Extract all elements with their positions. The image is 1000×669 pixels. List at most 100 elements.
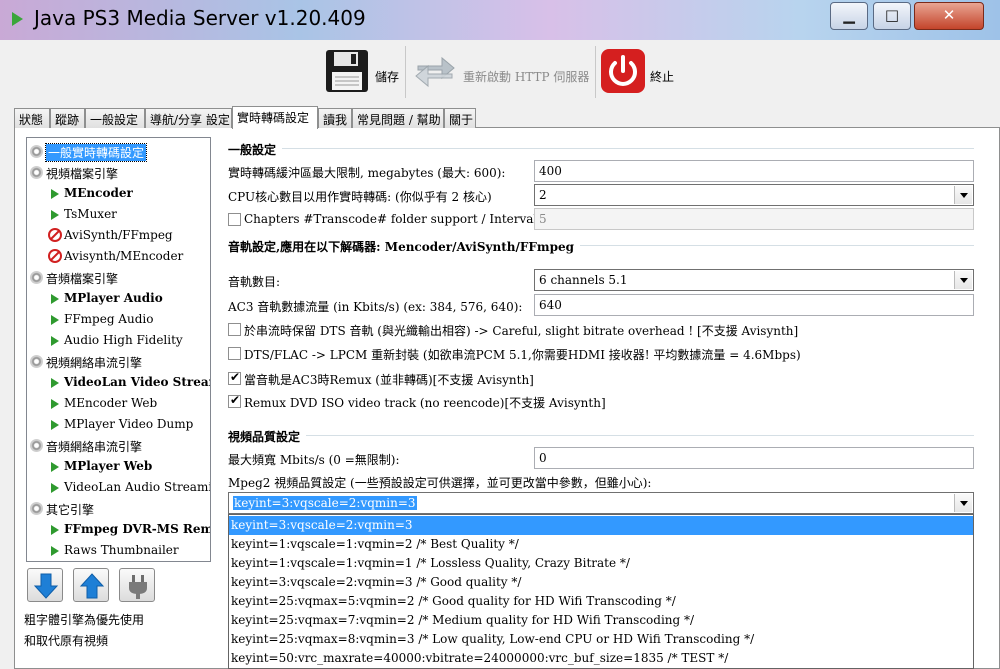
restart-http-button[interactable]: 重新啟動 HTTP 伺服器 xyxy=(410,44,592,100)
dropdown-option[interactable]: keyint=3:vqscale=2:vqmin=3 xyxy=(229,516,973,535)
minimize-icon: ▁ xyxy=(843,6,855,24)
tab-transcoding-settings[interactable]: 實時轉碼設定 xyxy=(232,106,318,129)
move-up-button[interactable] xyxy=(27,568,63,602)
tab-about[interactable]: 關于 xyxy=(444,108,476,128)
lpcm-remux-checkbox[interactable] xyxy=(228,347,241,360)
tree-item-label: Raws Thumbnailer xyxy=(64,543,179,557)
keep-dts-checkbox[interactable] xyxy=(228,323,241,336)
gear-icon xyxy=(30,502,43,515)
play-icon xyxy=(51,525,59,535)
channels-value: 6 channels 5.1 xyxy=(539,273,628,287)
toolbar-separator xyxy=(405,46,406,98)
mpeg2-quality-dropdown: keyint=3:vqscale=2:vqmin=3 keyint=1:vqsca… xyxy=(228,514,974,669)
disabled-icon xyxy=(48,228,62,242)
ac3-bitrate-label: AC3 音軌數據流量 (in Kbits/s) (ex: 384, 576, 6… xyxy=(228,300,523,314)
tree-item-label: Audio High Fidelity xyxy=(64,333,183,347)
window-title: Java PS3 Media Server v1.20.409 xyxy=(34,6,366,30)
remux-ac3-checkbox[interactable] xyxy=(228,370,241,385)
move-down-button[interactable] xyxy=(73,568,109,602)
floppy-disk-icon xyxy=(326,50,368,92)
channels-select[interactable]: 6 channels 5.1 xyxy=(534,269,974,291)
remux-dvd-label: Remux DVD ISO video track (no reencode)[… xyxy=(244,396,606,410)
mpeg2-quality-select[interactable]: keyint=3:vqscale=2:vqmin=3 xyxy=(228,492,974,514)
quit-button[interactable]: 終止 xyxy=(600,44,680,100)
toolbar-separator xyxy=(595,46,596,98)
play-icon xyxy=(51,210,59,220)
chapters-interval-input[interactable]: 5 xyxy=(534,208,974,230)
play-icon xyxy=(51,420,59,430)
section-divider xyxy=(228,435,974,436)
quit-label: 終止 xyxy=(650,70,675,84)
tab-navigation-share[interactable]: 導航/分享 設定 xyxy=(145,108,232,128)
close-button[interactable]: ✕ xyxy=(914,2,984,30)
arrow-down-icon xyxy=(33,573,59,599)
dropdown-option[interactable]: keyint=1:vqscale=1:vqmin=1 /* Lossless Q… xyxy=(229,554,973,573)
close-icon: ✕ xyxy=(942,6,956,24)
tree-item-label: VideoLan Video Streaming xyxy=(64,375,210,389)
buffer-size-input[interactable]: 400 xyxy=(534,160,974,182)
play-icon xyxy=(51,462,59,472)
tree-item-label: TsMuxer xyxy=(64,207,117,221)
cpu-cores-select[interactable]: 2 xyxy=(534,184,974,206)
remux-dvd-checkbox[interactable] xyxy=(228,393,241,408)
tree-item-label: MPlayer Web xyxy=(64,459,153,473)
save-button[interactable]: 儲存 xyxy=(322,44,402,100)
tab-trace[interactable]: 蹤跡 xyxy=(50,108,85,128)
dropdown-option[interactable]: keyint=1:vqscale=1:vqmin=2 /* Best Quali… xyxy=(229,535,973,554)
general-section-title: 一般設定 xyxy=(228,141,283,158)
power-icon xyxy=(601,49,645,93)
maximize-icon: □ xyxy=(884,6,900,24)
cpu-cores-label: CPU核心數目以用作實時轉碼: (你似乎有 2 核心) xyxy=(228,190,492,204)
dropdown-option[interactable]: keyint=25:vqmax=5:vqmin=2 /* Good qualit… xyxy=(229,592,973,611)
disabled-icon xyxy=(48,249,62,263)
engine-note-line1: 粗字體引擎為優先使用 xyxy=(24,613,145,627)
chevron-down-icon xyxy=(954,494,972,512)
tree-item-label: MPlayer Audio xyxy=(64,291,163,305)
arrow-up-icon xyxy=(79,573,105,599)
play-icon xyxy=(51,336,59,346)
tree-item-label: 其它引擎 xyxy=(46,503,95,517)
audio-section-title: 音軌設定,應用在以下解碼器: Mencoder/AviSynth/FFmpeg xyxy=(228,238,580,255)
tree-item-label: AviSynth/FFmpeg xyxy=(64,228,173,242)
gear-icon xyxy=(30,271,43,284)
max-bandwidth-input[interactable]: 0 xyxy=(534,447,974,469)
tab-readme[interactable]: 讀我 xyxy=(318,108,352,128)
plug-icon xyxy=(129,575,147,599)
play-icon xyxy=(51,294,59,304)
tree-item-label: FFmpeg DVR-MS Remux xyxy=(64,522,210,536)
dropdown-option[interactable]: keyint=50:vrc_maxrate=40000:vbitrate=240… xyxy=(229,649,973,668)
keep-dts-label: 於串流時保留 DTS 音軌 (與光纖輸出相容) -> Careful, slig… xyxy=(244,324,799,338)
gear-icon xyxy=(30,439,43,452)
gear-icon xyxy=(30,166,43,179)
buffer-label: 實時轉碼緩沖區最大限制, megabytes (最大: 600): xyxy=(228,166,506,180)
channels-label: 音軌數目: xyxy=(228,275,281,289)
tree-item-label: 一般實時轉碼設定 xyxy=(44,143,148,162)
dropdown-option[interactable]: keyint=3:vqscale=2:vqmin=3 /* Good quali… xyxy=(229,573,973,592)
play-icon xyxy=(51,483,59,493)
minimize-button[interactable]: ▁ xyxy=(830,2,868,30)
dropdown-option[interactable]: keyint=25:vqmax=8:vqmin=3 /* Low quality… xyxy=(229,630,973,649)
restart-arrows-icon xyxy=(415,56,455,88)
tab-faq-help[interactable]: 常見問題 / 幫助 xyxy=(352,108,444,128)
remux-ac3-label: 當音軌是AC3時Remux (並非轉碼)[不支援 Avisynth] xyxy=(244,373,534,387)
tab-status[interactable]: 狀態 xyxy=(14,108,50,128)
cpu-cores-value: 2 xyxy=(539,188,547,202)
chevron-down-icon xyxy=(954,271,972,289)
toggle-engine-button[interactable] xyxy=(119,568,155,602)
dropdown-option[interactable]: keyint=25:vqmax=7:vqmin=2 /* Medium qual… xyxy=(229,611,973,630)
play-icon xyxy=(51,189,59,199)
ac3-bitrate-input[interactable]: 640 xyxy=(534,294,974,316)
restart-http-label: 重新啟動 HTTP 伺服器 xyxy=(463,70,590,84)
title-bar: Java PS3 Media Server v1.20.409 ▁ □ ✕ xyxy=(0,0,1000,40)
app-play-icon xyxy=(12,12,23,26)
tab-general-settings[interactable]: 一般設定 xyxy=(85,108,145,128)
tree-item-label: 音頻檔案引擎 xyxy=(46,272,119,286)
lpcm-remux-label: DTS/FLAC -> LPCM 重新封裝 (如欲串流PCM 5.1,你需要HD… xyxy=(244,348,801,362)
maximize-button[interactable]: □ xyxy=(873,2,911,30)
chapters-checkbox[interactable] xyxy=(228,213,241,226)
play-icon xyxy=(51,546,59,556)
engine-tree: 一般實時轉碼設定 視頻檔案引擎 MEncoder TsMuxer AviSynth/FF… xyxy=(26,137,211,562)
play-icon xyxy=(51,399,59,409)
tree-item-label: FFmpeg Audio xyxy=(64,312,154,326)
tree-item-label: 視頻網絡串流引擎 xyxy=(46,356,143,370)
